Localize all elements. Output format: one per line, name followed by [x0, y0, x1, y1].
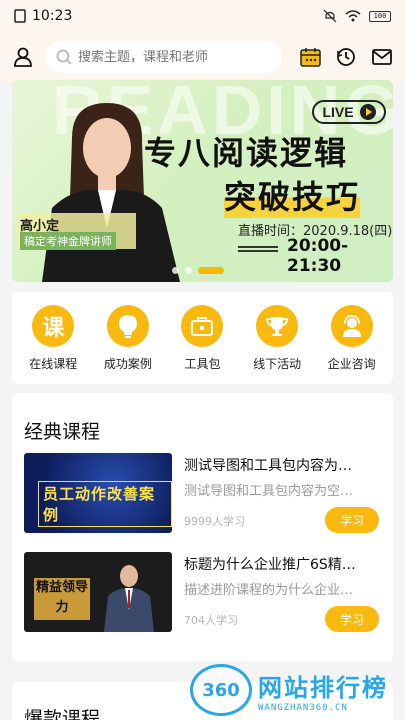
schedule-decoration	[238, 246, 278, 252]
learner-count: 704人学习	[184, 614, 238, 627]
category-toolkit[interactable]: 工具包	[167, 304, 237, 372]
wifi-icon	[345, 10, 361, 22]
host-photo	[42, 103, 180, 282]
course-title: 测试导图和工具包内容为…	[184, 458, 352, 474]
category-label: 在线课程	[29, 356, 78, 371]
calendar-button[interactable]	[299, 46, 321, 68]
course-title: 标题为什么企业推广6S精…	[184, 557, 356, 573]
course-icon: 课	[32, 304, 75, 347]
live-label: LIVE	[322, 104, 354, 120]
category-online-course[interactable]: 课 在线课程	[18, 304, 88, 372]
carousel-dot[interactable]	[172, 267, 179, 274]
category-consulting[interactable]: 企业咨询	[317, 304, 387, 372]
consultant-icon	[330, 304, 373, 347]
search-input[interactable]	[78, 49, 268, 65]
section-title: 爆款课程	[24, 708, 101, 720]
course-card[interactable]: 员工动作改善案例 测试导图和工具包内容为… 测试导图和工具包内容为空… 9999…	[24, 453, 381, 533]
category-label: 线下活动	[253, 356, 302, 371]
learn-button[interactable]: 学习	[325, 507, 379, 533]
user-icon	[14, 47, 32, 67]
live-badge: LIVE	[312, 100, 386, 124]
message-button[interactable]	[371, 46, 393, 68]
banner-title-line2: 突破技巧	[224, 172, 361, 218]
course-description: 测试导图和工具包内容为空…	[184, 484, 354, 499]
clock: 10:23	[32, 8, 73, 24]
category-offline-events[interactable]: 线下活动	[242, 304, 312, 372]
search-bar[interactable]	[46, 41, 282, 73]
history-icon	[337, 48, 355, 66]
trophy-icon	[256, 304, 299, 347]
thumbnail-text: 员工动作改善案例	[38, 481, 172, 527]
play-icon	[359, 104, 376, 120]
watermark-sub-text: WANGZHAN360.CN	[258, 702, 348, 713]
category-label: 成功案例	[103, 356, 152, 371]
watermark-logo: 360	[190, 664, 252, 716]
top-header	[0, 32, 405, 82]
host-title: 稿定考神金牌讲师	[20, 232, 116, 250]
category-label: 企业咨询	[327, 356, 376, 371]
promo-banner[interactable]: READING LIVE 专八阅读逻辑 突破技巧 高小定 稿定考神金牌讲师 直播…	[12, 80, 393, 282]
battery-icon: 100	[369, 10, 391, 22]
search-icon	[56, 49, 72, 65]
carousel-dot[interactable]	[185, 267, 192, 274]
category-grid: 课 在线课程 成功案例 工具包 线下活动 企业咨询	[12, 292, 393, 384]
profile-button[interactable]	[12, 46, 34, 68]
course-icon-glyph: 课	[42, 315, 65, 341]
course-thumbnail: 精益领导力	[24, 552, 172, 632]
history-button[interactable]	[335, 46, 357, 68]
banner-title-line1: 专八阅读逻辑	[144, 134, 349, 172]
schedule-time: 20:00-21:30	[287, 236, 349, 276]
course-description: 描述进阶课程的为什么企业…	[184, 583, 354, 598]
learner-count: 9999人学习	[184, 515, 245, 528]
status-bar: 10:23 100	[0, 0, 405, 32]
course-card[interactable]: 精益领导力 标题为什么企业推广6S精… 描述进阶课程的为什么企业… 704人学习…	[24, 552, 381, 632]
section-title: 经典课程	[24, 421, 101, 443]
mail-icon	[372, 49, 392, 65]
lightbulb-icon	[106, 304, 149, 347]
category-success-cases[interactable]: 成功案例	[93, 304, 163, 372]
calendar-icon	[299, 48, 321, 67]
carousel-dot-active[interactable]	[198, 267, 224, 274]
mute-icon	[323, 9, 337, 23]
classic-courses-section: 经典课程 员工动作改善案例 测试导图和工具包内容为… 测试导图和工具包内容为空……	[12, 393, 393, 661]
watermark-main-text: 网站排行榜	[258, 673, 388, 702]
carousel-indicator	[172, 267, 224, 274]
toolbox-icon	[181, 304, 224, 347]
watermark: 360 网站排行榜 WANGZHAN360.CN	[190, 660, 405, 720]
learn-button[interactable]: 学习	[325, 606, 379, 632]
category-label: 工具包	[184, 356, 221, 371]
notification-icon	[14, 9, 26, 23]
course-thumbnail: 员工动作改善案例	[24, 453, 172, 533]
thumbnail-text: 精益领导力	[34, 578, 90, 620]
instructor-photo	[104, 565, 154, 632]
